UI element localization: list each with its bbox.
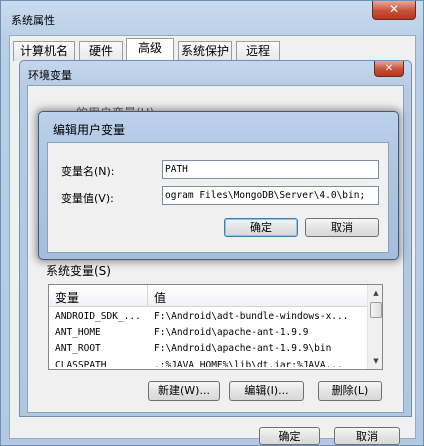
tab-remote[interactable]: 远程 <box>236 41 280 61</box>
variable-value: F:\Android\adt-bundle-windows-x... <box>154 311 349 322</box>
system-variables-table[interactable]: 变量 值 ANDROID_SDK_... F:\Android\adt-bund… <box>48 284 383 370</box>
edit-dialog-cancel-button[interactable]: 取消 <box>305 218 379 237</box>
variable-value: F:\Android\apache-ant-1.9.9\bin <box>154 343 332 354</box>
table-header: 变量 值 <box>49 285 367 307</box>
delete-variable-button[interactable]: 删除(L) <box>318 381 382 401</box>
close-icon[interactable]: ✕ <box>374 61 404 77</box>
tab-advanced[interactable]: 高级 <box>126 38 174 62</box>
column-header-value[interactable]: 值 <box>154 289 166 306</box>
edit-dialog-title: 编辑用户变量 <box>53 123 126 137</box>
system-properties-titlebar: 系统属性 ✕ <box>1 1 424 35</box>
variable-value-label: 变量值(V): <box>61 192 114 205</box>
tab-system-protection[interactable]: 系统保护 <box>178 41 232 61</box>
variable-name-label: 变量名(N): <box>61 165 115 178</box>
system-variables-label: 系统变量(S) <box>46 264 111 278</box>
table-row[interactable]: ANT_ROOT F:\Android\apache-ant-1.9.9\bin <box>49 341 367 357</box>
column-header-variable[interactable]: 变量 <box>55 289 79 306</box>
system-properties-cancel-button[interactable]: 取消 <box>334 427 400 445</box>
new-variable-button[interactable]: 新建(W)... <box>148 381 220 401</box>
scroll-thumb[interactable] <box>370 302 382 318</box>
table-row[interactable]: ANT_HOME F:\Android\apache-ant-1.9.9 <box>49 325 367 341</box>
table-row[interactable]: ANDROID_SDK_... F:\Android\adt-bundle-wi… <box>49 309 367 325</box>
edit-dialog-ok-button[interactable]: 确定 <box>224 218 298 237</box>
system-properties-title: 系统属性 <box>11 14 55 27</box>
tab-computer-name[interactable]: 计算机名 <box>13 41 75 61</box>
variable-name: ANT_HOME <box>55 327 101 338</box>
tab-hardware[interactable]: 硬件 <box>79 41 123 61</box>
variable-name: ANT_ROOT <box>55 343 101 354</box>
edit-variable-button[interactable]: 编辑(I)... <box>229 381 304 401</box>
variable-value: F:\Android\apache-ant-1.9.9 <box>154 327 309 338</box>
system-properties-ok-button[interactable]: 确定 <box>259 427 320 445</box>
variable-name: CLASSPATH <box>55 360 107 367</box>
table-row[interactable]: CLASSPATH .;%JAVA_HOME%\lib\dt.jar;%JAVA… <box>49 358 367 367</box>
variable-name: ANDROID_SDK_... <box>55 311 141 322</box>
column-divider[interactable] <box>147 285 148 307</box>
environment-variables-title: 环境变量 <box>28 69 72 82</box>
scroll-down-arrow-icon[interactable]: ▼ <box>368 353 382 369</box>
close-icon[interactable]: ✕ <box>372 1 416 20</box>
variable-value-field[interactable]: ogram Files\MongoDB\Server\4.0\bin; <box>162 186 379 205</box>
variable-name-field[interactable]: PATH <box>162 160 379 179</box>
scroll-up-arrow-icon[interactable]: ▲ <box>368 285 382 301</box>
vertical-scrollbar[interactable]: ▲ ▼ <box>367 285 382 369</box>
variable-value: .;%JAVA_HOME%\lib\dt.jar;%JAVA... <box>154 360 343 367</box>
